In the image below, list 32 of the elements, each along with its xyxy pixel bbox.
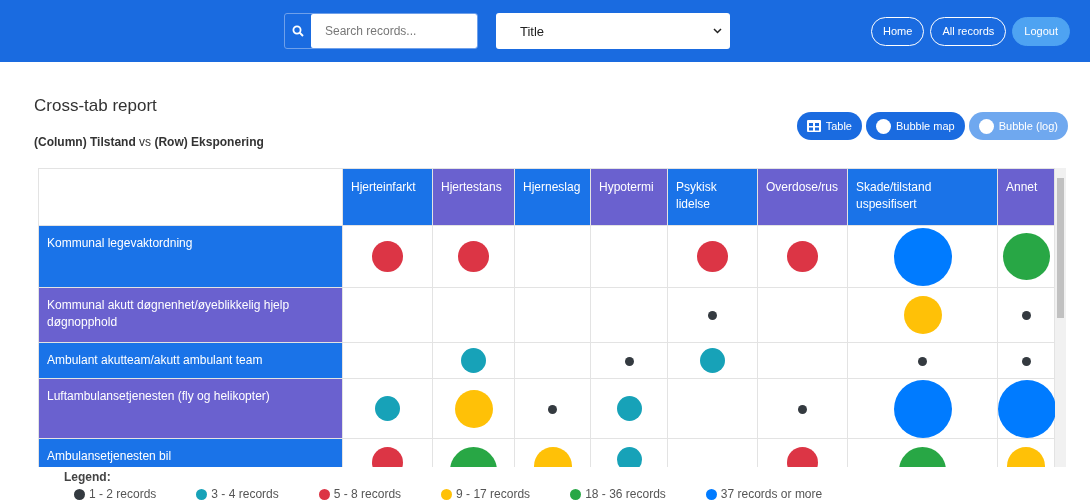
legend-label: 9 - 17 records — [456, 487, 531, 501]
view-button[interactable]: Bubble map — [865, 112, 965, 140]
column-header: Hjerneslag — [514, 168, 591, 226]
nav-button[interactable]: Logout — [1012, 16, 1070, 46]
column-header: Hypotermi — [590, 168, 668, 226]
report-title: Cross-tab report — [34, 96, 158, 116]
circle-icon — [875, 118, 891, 134]
view-button[interactable]: Table — [796, 112, 862, 140]
column-header: Psykisk lidelse — [667, 168, 758, 226]
legend-label: 37 records or more — [720, 487, 823, 501]
column-header: Annet — [997, 168, 1055, 226]
table-icon — [806, 120, 821, 132]
legend-label: 18 - 36 records — [585, 487, 666, 501]
legend-label: 3 - 4 records — [211, 487, 279, 501]
legend-label: 5 - 8 records — [333, 487, 402, 501]
row-header: Kommunal akutt døgnenhet/øyeblikkelig hjelp døgnopphold — [38, 287, 343, 343]
legend-title: Legend: — [64, 470, 112, 484]
column-header: Hjerteinfarkt — [342, 168, 433, 226]
chevron-down-icon — [713, 28, 722, 34]
row-header: Ambulansetjenesten bil — [38, 438, 343, 467]
search-field[interactable]: Search records... — [284, 13, 478, 49]
row-header: Kommunal legevaktordning — [38, 225, 343, 288]
field-select[interactable]: Title — [496, 13, 730, 49]
row-header: Ambulant akutteam/akutt ambulant team — [38, 342, 343, 379]
circle-icon — [978, 118, 994, 134]
column-header: Skade/tilstand uspesifisert — [847, 168, 998, 226]
row-header: Luftambulansetjenesten (fly og helikopter) — [38, 378, 343, 439]
report-subtitle: (Column) Tilstand vs (Row) Eksponering — [34, 135, 264, 149]
column-header: Hjertestans — [432, 168, 515, 226]
scrollbar[interactable] — [1055, 168, 1066, 467]
legend-label: 1 - 2 records — [89, 487, 157, 501]
column-header: Overdose/rus — [757, 168, 848, 226]
